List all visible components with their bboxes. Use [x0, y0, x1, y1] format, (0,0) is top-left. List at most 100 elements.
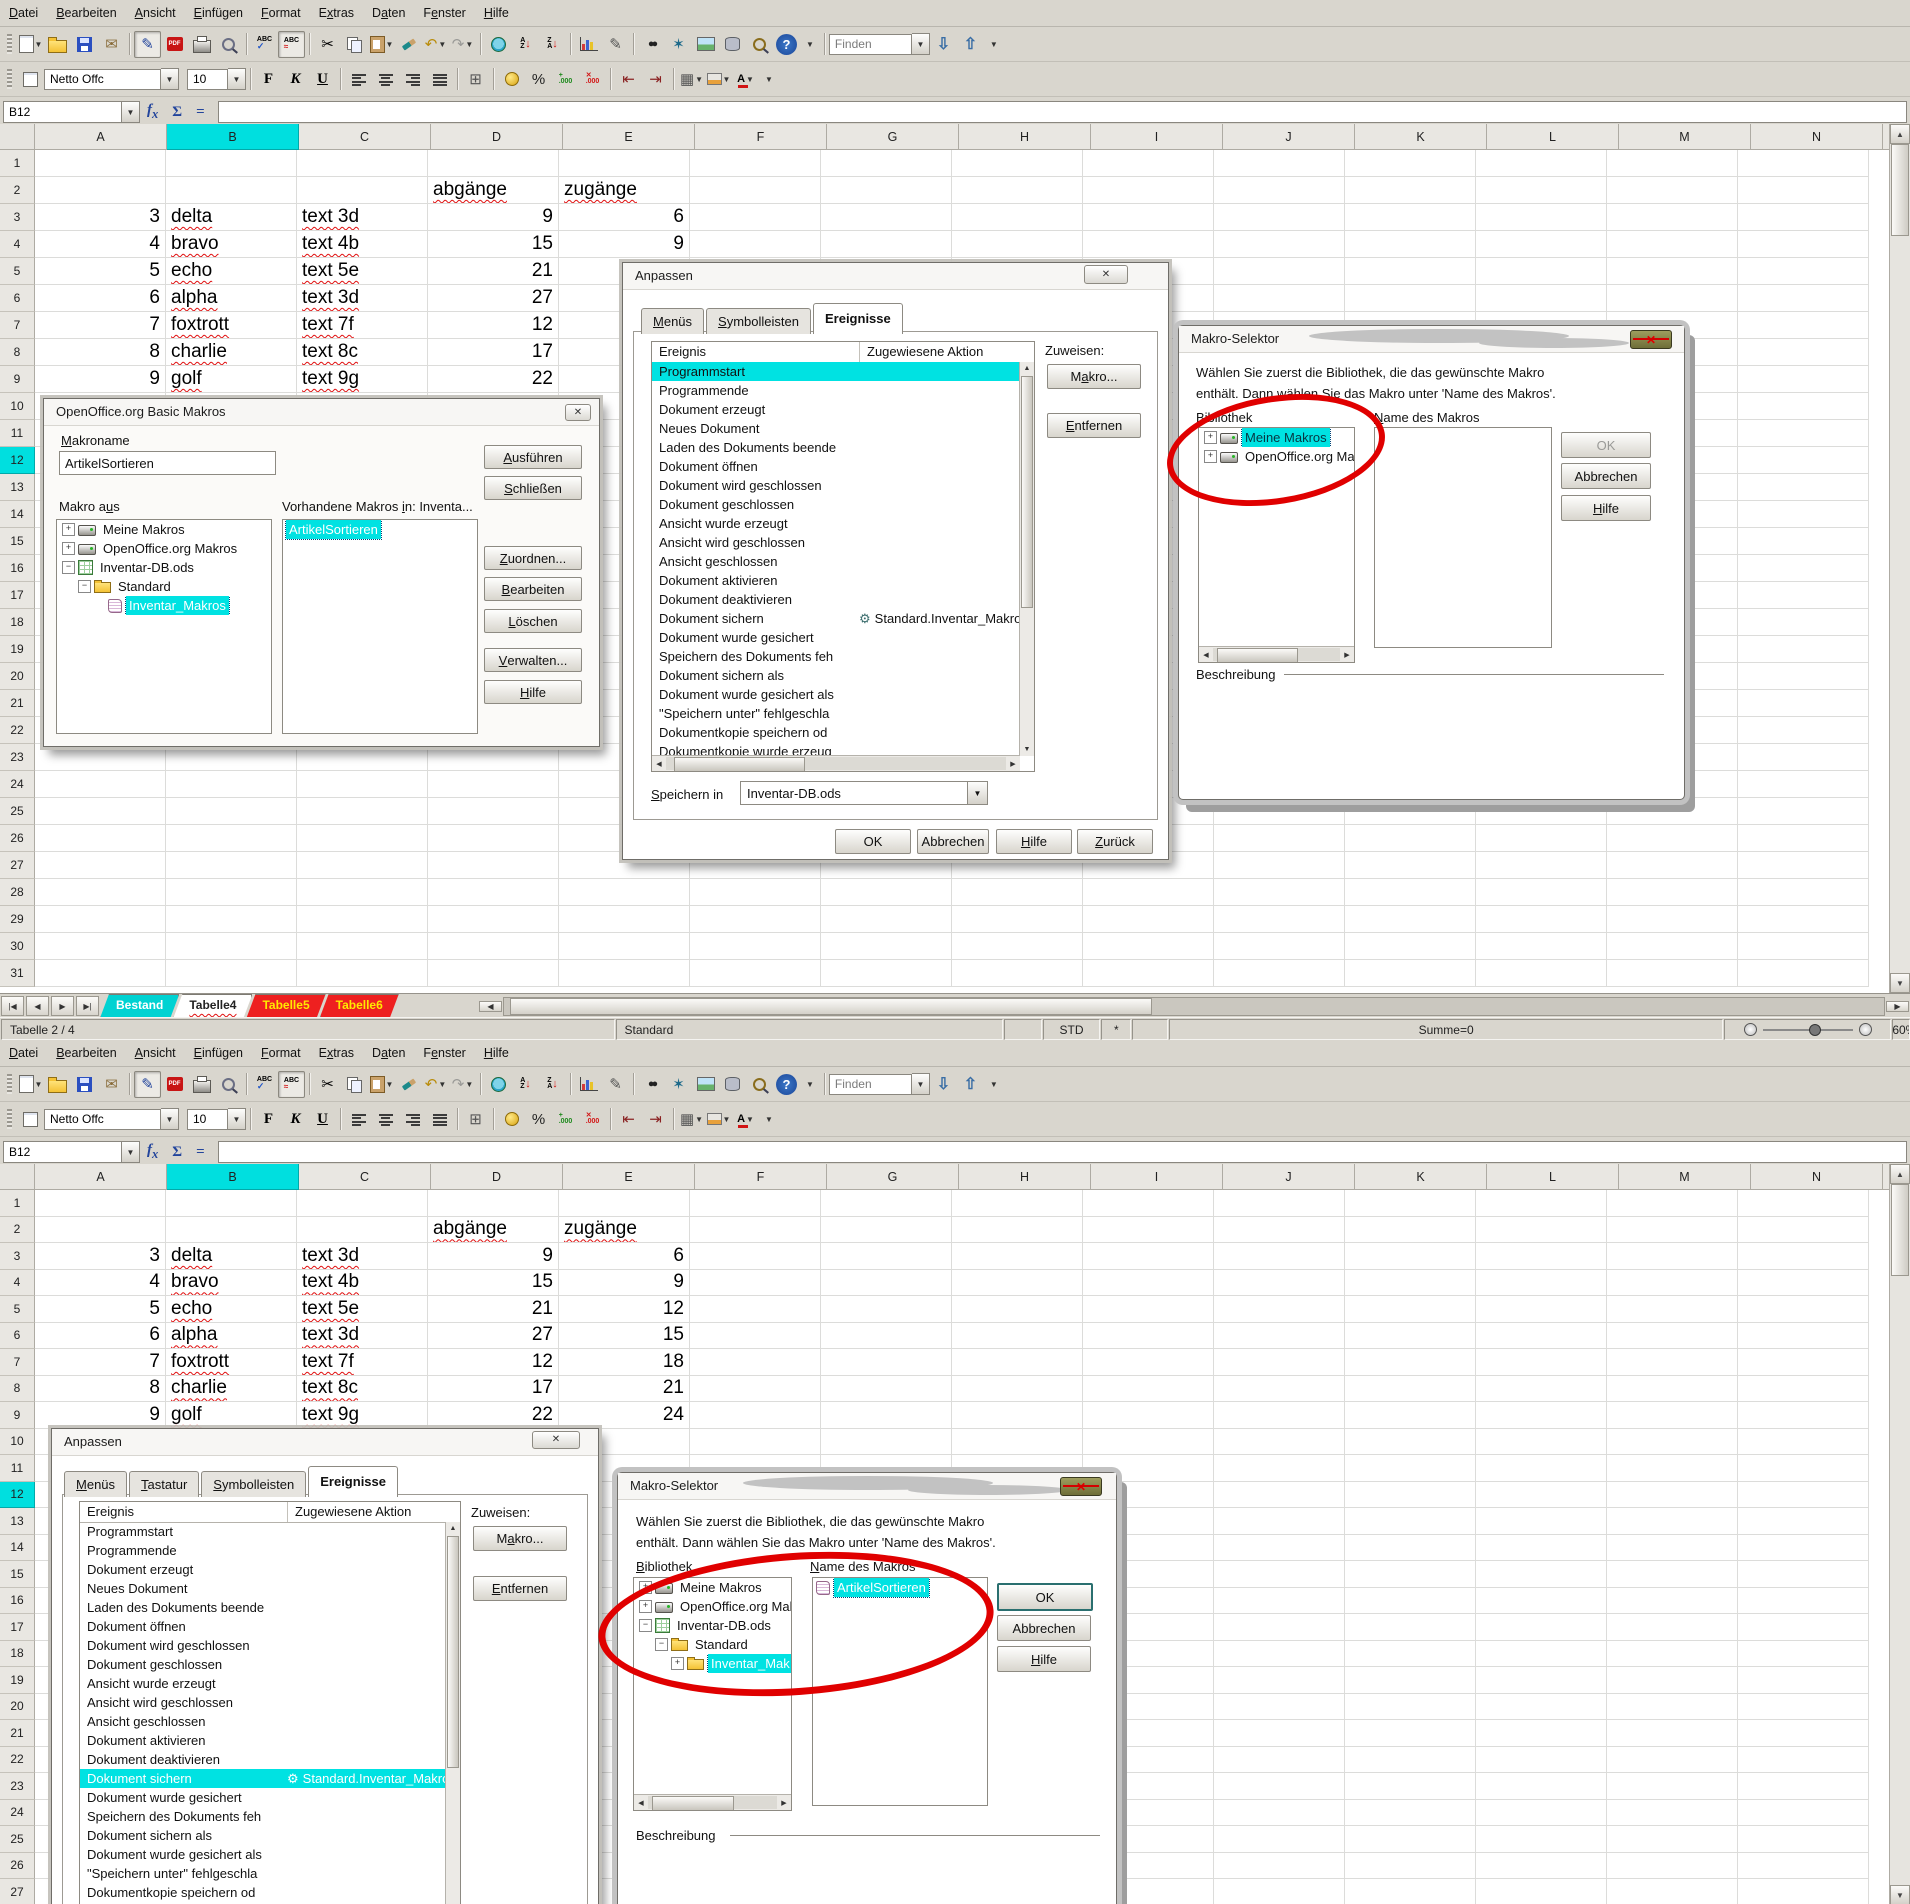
cell-K16[interactable] [1345, 1588, 1476, 1615]
cell-A3[interactable]: 3 [35, 204, 166, 231]
cell-J27[interactable] [1214, 852, 1345, 879]
cell-A1[interactable] [35, 1190, 166, 1217]
row-header-11[interactable]: 11 [0, 420, 35, 447]
row-header-24[interactable]: 24 [0, 1800, 35, 1827]
cell-A5[interactable]: 5 [35, 258, 166, 285]
cell-N15[interactable] [1738, 528, 1869, 555]
cell-A23[interactable] [35, 744, 166, 771]
cell-J27[interactable] [1214, 1879, 1345, 1904]
cell-N27[interactable] [1738, 1879, 1869, 1904]
menu-ansicht[interactable]: Ansicht [126, 2, 185, 24]
cell-C9[interactable]: text 9g [297, 366, 428, 393]
background-color-icon[interactable]: ▼ [705, 1106, 732, 1133]
cell-K23[interactable] [1345, 1773, 1476, 1800]
column-header-C[interactable]: C [299, 124, 431, 150]
cell-K17[interactable] [1345, 1614, 1476, 1641]
ok-button[interactable]: OK [997, 1583, 1093, 1611]
cell-J2[interactable] [1214, 1217, 1345, 1244]
cell-C2[interactable] [297, 177, 428, 204]
cell-J25[interactable] [1214, 798, 1345, 825]
macro-name-input[interactable]: ArtikelSortieren [59, 451, 276, 475]
column-header-E[interactable]: E [563, 1164, 695, 1190]
align-justify-icon[interactable] [426, 1106, 453, 1133]
cell-A9[interactable]: 9 [35, 1402, 166, 1429]
cancel-button[interactable]: Abbrechen [1561, 463, 1651, 489]
paste-icon[interactable]: ▼ [368, 31, 395, 58]
cell-L6[interactable] [1476, 285, 1607, 312]
cell-A28[interactable] [35, 879, 166, 906]
cell-A26[interactable] [35, 825, 166, 852]
cell-N3[interactable] [1738, 1243, 1869, 1270]
cell-M17[interactable] [1607, 1614, 1738, 1641]
event-row[interactable]: Dokument wird geschlossen [652, 476, 1020, 495]
cell-G6[interactable] [821, 1323, 952, 1350]
cell-A6[interactable]: 6 [35, 1323, 166, 1350]
edit-mode-icon[interactable]: ✎ [134, 31, 161, 58]
row-header-18[interactable]: 18 [0, 1641, 35, 1668]
cell-L25[interactable] [1476, 1826, 1607, 1853]
tab-menus[interactable]: Menüs [641, 308, 704, 334]
cell-D29[interactable] [428, 906, 559, 933]
cell-J28[interactable] [1214, 879, 1345, 906]
cell-B2[interactable] [166, 177, 297, 204]
vertical-scroll-thumb[interactable] [1891, 144, 1909, 236]
name-box[interactable]: B12 [3, 1141, 122, 1163]
zoom-slider[interactable] [1724, 1019, 1891, 1040]
macro-button[interactable]: Makro... [1047, 364, 1141, 389]
cell-I30[interactable] [1083, 933, 1214, 960]
cell-N8[interactable] [1738, 1376, 1869, 1403]
cell-L14[interactable] [1476, 1535, 1607, 1562]
cell-F31[interactable] [690, 960, 821, 987]
event-row[interactable]: Programmstart [80, 1522, 446, 1541]
cell-E5[interactable]: 12 [559, 1296, 690, 1323]
cell-K30[interactable] [1345, 933, 1476, 960]
save-icon[interactable] [71, 1071, 98, 1098]
cell-N15[interactable] [1738, 1561, 1869, 1588]
cell-C26[interactable] [297, 825, 428, 852]
cell-M31[interactable] [1607, 960, 1738, 987]
row-header-8[interactable]: 8 [0, 339, 35, 366]
cell-K31[interactable] [1345, 960, 1476, 987]
cell-K20[interactable] [1345, 1694, 1476, 1721]
bold-icon[interactable]: F [255, 66, 282, 93]
cell-B6[interactable]: alpha [166, 285, 297, 312]
event-row[interactable]: Dokument wurde gesichert als [80, 1845, 446, 1864]
event-row[interactable]: Laden des Dokuments beende [652, 438, 1020, 457]
cell-N23[interactable] [1738, 744, 1869, 771]
formatting-overflow-icon[interactable]: ▼ [765, 75, 773, 84]
font-size-dropdown-icon[interactable]: ▼ [228, 68, 246, 90]
pdf-export-icon[interactable]: PDF [161, 31, 188, 58]
cell-N4[interactable] [1738, 231, 1869, 258]
cell-M26[interactable] [1607, 825, 1738, 852]
help-button[interactable]: Hilfe [996, 829, 1072, 854]
tab-tastatur[interactable]: Tastatur [129, 1471, 199, 1497]
first-sheet-icon[interactable]: |◀ [1, 996, 24, 1016]
cell-H7[interactable] [952, 1349, 1083, 1376]
cell-J1[interactable] [1214, 150, 1345, 177]
sort-descending-icon[interactable]: ZA↓ [539, 1071, 566, 1098]
cell-C9[interactable]: text 9g [297, 1402, 428, 1429]
cell-E4[interactable]: 9 [559, 1270, 690, 1297]
cell-L20[interactable] [1476, 1694, 1607, 1721]
cell-H30[interactable] [952, 933, 1083, 960]
event-row[interactable]: Ansicht wurde erzeugt [80, 1674, 446, 1693]
cell-B3[interactable]: delta [166, 1243, 297, 1270]
column-header-B[interactable]: B [167, 1164, 299, 1190]
cell-J4[interactable] [1214, 231, 1345, 258]
row-header-22[interactable]: 22 [0, 717, 35, 744]
cell-H28[interactable] [952, 879, 1083, 906]
cell-K7[interactable] [1345, 1349, 1476, 1376]
tab-symbolleisten[interactable]: Symbolleisten [201, 1471, 306, 1497]
cell-L2[interactable] [1476, 177, 1607, 204]
cell-J1[interactable] [1214, 1190, 1345, 1217]
sheet-tab-bestand[interactable]: Bestand [100, 994, 179, 1018]
cell-F1[interactable] [690, 1190, 821, 1217]
row-header-4[interactable]: 4 [0, 1270, 35, 1297]
row-header-27[interactable]: 27 [0, 1879, 35, 1904]
column-header-C[interactable]: C [299, 1164, 431, 1190]
cell-K27[interactable] [1345, 852, 1476, 879]
cell-H9[interactable] [952, 1402, 1083, 1429]
open-icon[interactable] [44, 31, 71, 58]
cell-D1[interactable] [428, 1190, 559, 1217]
new-document-icon[interactable]: ▼ [17, 31, 44, 58]
